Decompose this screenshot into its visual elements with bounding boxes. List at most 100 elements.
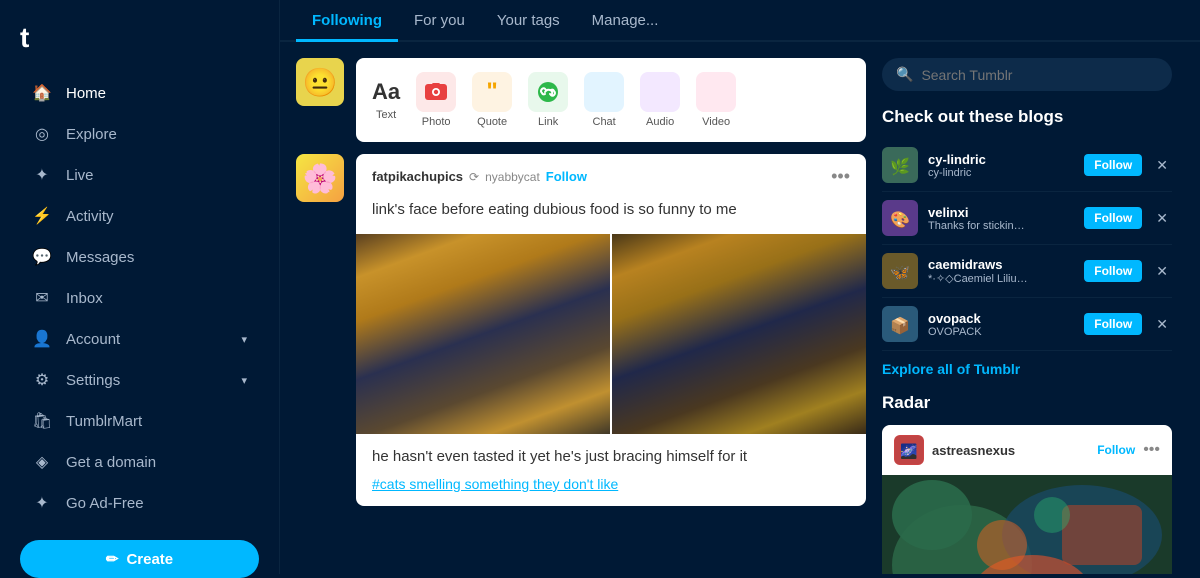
tab-following[interactable]: Following <box>296 0 398 42</box>
toolbar-video[interactable]: 🎬 Video <box>696 72 736 128</box>
radar-follow-button[interactable]: Follow <box>1097 443 1135 457</box>
live-icon: ✦ <box>32 165 52 185</box>
blog-info-1: velinxi Thanks for sticking... <box>928 205 1074 232</box>
blog-sub-1: Thanks for sticking... <box>928 220 1028 232</box>
text-label: Text <box>376 109 396 121</box>
blogs-section-title: Check out these blogs <box>882 107 1172 127</box>
radar-blog-name: astreasnexus <box>932 443 1089 458</box>
post-tag-link[interactable]: #cats smelling something they don't like <box>372 476 618 492</box>
content-area: 😐 Aa Text Photo " <box>280 42 1200 574</box>
sidebar-item-domain[interactable]: ◈ Get a domain <box>8 442 271 482</box>
chat-label: Chat <box>593 116 616 128</box>
post-user-avatar: 🌸 <box>296 154 344 202</box>
sidebar-item-inbox[interactable]: ✉ Inbox <box>8 278 271 318</box>
sidebar-label-noad: Go Ad-Free <box>66 495 144 512</box>
radar-header: 🌌 astreasnexus Follow ••• <box>882 425 1172 475</box>
video-icon: 🎬 <box>696 72 736 112</box>
tab-your-tags[interactable]: Your tags <box>481 0 576 42</box>
post-image-left <box>356 234 610 434</box>
post-caption1: link's face before eating dubious food i… <box>356 195 866 234</box>
sidebar-item-activity[interactable]: ⚡ Activity <box>8 196 271 236</box>
create-pencil-icon: ✏ <box>106 550 119 568</box>
post-more-button[interactable]: ••• <box>831 166 850 187</box>
search-bar[interactable]: 🔍 <box>882 58 1172 91</box>
inbox-icon: ✉ <box>32 288 52 308</box>
photo-label: Photo <box>422 116 451 128</box>
messages-icon: 💬 <box>32 247 52 267</box>
toolbar-audio[interactable]: 🎧 Audio <box>640 72 680 128</box>
video-label: Video <box>702 116 730 128</box>
radar-title: Radar <box>882 393 1172 413</box>
post-tag[interactable]: #cats smelling something they don't like <box>356 474 866 506</box>
post-reblog-target: nyabbycat <box>485 170 540 184</box>
radar-card: 🌌 astreasnexus Follow ••• <box>882 425 1172 574</box>
right-sidebar: 🔍 Check out these blogs 🌿 cy-lindric cy-… <box>882 58 1172 574</box>
blog-name-3: ovopack <box>928 311 1074 326</box>
quote-label: Quote <box>477 116 507 128</box>
blog-name-2: caemidraws <box>928 257 1074 272</box>
svg-text:🎬: 🎬 <box>706 81 729 105</box>
follow-button-3[interactable]: Follow <box>1084 313 1142 335</box>
search-input[interactable] <box>921 67 1158 83</box>
post-image-right <box>612 234 866 434</box>
sidebar-item-settings[interactable]: ⚙ Settings ▾ <box>8 360 271 400</box>
svg-text:👋: 👋 <box>595 82 617 105</box>
radar-avatar: 🌌 <box>894 435 924 465</box>
blog-sub-2: *·✧◇Caemiel Lilium✧·:* <box>928 272 1028 285</box>
tab-for-you[interactable]: For you <box>398 0 481 42</box>
follow-button-0[interactable]: Follow <box>1084 154 1142 176</box>
user-avatar: 😐 <box>296 58 344 106</box>
blog-card-2: 🦋 caemidraws *·✧◇Caemiel Lilium✧·:* Foll… <box>882 245 1172 298</box>
avatar-emoji: 😐 <box>303 66 338 99</box>
settings-chevron-icon: ▾ <box>241 374 247 387</box>
svg-text:🦋: 🦋 <box>890 265 910 282</box>
post-follow-button[interactable]: Follow <box>546 169 587 184</box>
post-card: fatpikachupics ⟳ nyabbycat Follow ••• li… <box>356 154 866 506</box>
sidebar-label-home: Home <box>66 85 106 102</box>
feed-column: 😐 Aa Text Photo " <box>296 58 866 574</box>
close-blog-2[interactable]: ✕ <box>1152 263 1172 280</box>
sidebar-item-live[interactable]: ✦ Live <box>8 155 271 195</box>
sidebar-label-activity: Activity <box>66 208 114 225</box>
sidebar-label-settings: Settings <box>66 372 120 389</box>
link-icon <box>528 72 568 112</box>
sidebar-label-live: Live <box>66 167 94 184</box>
follow-button-1[interactable]: Follow <box>1084 207 1142 229</box>
toolbar-photo[interactable]: Photo <box>416 72 456 128</box>
sidebar-item-account[interactable]: 👤 Account ▾ <box>8 319 271 359</box>
sidebar-item-explore[interactable]: ◎ Explore <box>8 114 271 154</box>
blog-info-0: cy-lindric cy-lindric <box>928 152 1074 179</box>
close-blog-1[interactable]: ✕ <box>1152 210 1172 227</box>
post-images <box>356 234 866 434</box>
search-icon: 🔍 <box>896 66 913 83</box>
tabs-bar: Following For you Your tags Manage... <box>280 0 1200 42</box>
explore-all-link[interactable]: Explore all of Tumblr <box>882 361 1172 377</box>
compose-row: 😐 Aa Text Photo " <box>296 58 866 142</box>
close-blog-0[interactable]: ✕ <box>1152 157 1172 174</box>
audio-icon: 🎧 <box>640 72 680 112</box>
svg-text:🌿: 🌿 <box>890 157 910 176</box>
tumblrmart-icon: 🛍 <box>32 411 52 431</box>
sidebar-item-messages[interactable]: 💬 Messages <box>8 237 271 277</box>
follow-button-2[interactable]: Follow <box>1084 260 1142 282</box>
radar-more-button[interactable]: ••• <box>1143 441 1160 459</box>
sidebar-item-home[interactable]: 🏠 Home <box>8 73 271 113</box>
tab-manage[interactable]: Manage... <box>576 0 675 42</box>
create-button[interactable]: ✏ Create <box>20 540 259 578</box>
quote-icon: " <box>472 72 512 112</box>
sidebar-item-noad[interactable]: ✦ Go Ad-Free <box>8 483 271 523</box>
svg-text:📦: 📦 <box>890 316 910 335</box>
toolbar-chat[interactable]: 👋 Chat <box>584 72 624 128</box>
radar-section: Radar 🌌 astreasnexus Follow ••• <box>882 393 1172 574</box>
reblog-icon: ⟳ <box>469 170 479 184</box>
toolbar-text[interactable]: Aa Text <box>372 79 400 121</box>
text-icon: Aa <box>372 79 400 105</box>
close-blog-3[interactable]: ✕ <box>1152 316 1172 333</box>
toolbar-link[interactable]: Link <box>528 72 568 128</box>
blog-info-3: ovopack OVOPACK <box>928 311 1074 338</box>
sidebar-item-tumblrmart[interactable]: 🛍 TumblrMart <box>8 401 271 441</box>
settings-icon: ⚙ <box>32 370 52 390</box>
account-chevron-icon: ▾ <box>241 333 247 346</box>
toolbar-quote[interactable]: " Quote <box>472 72 512 128</box>
noad-icon: ✦ <box>32 493 52 513</box>
